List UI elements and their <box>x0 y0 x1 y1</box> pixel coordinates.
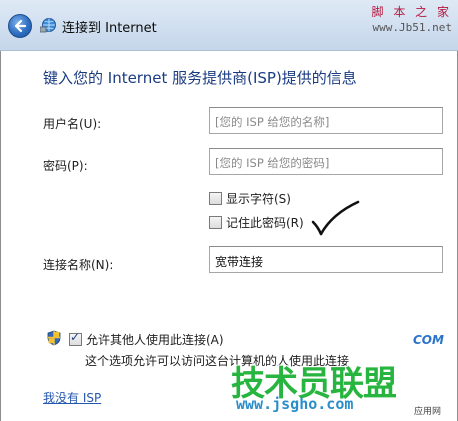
allow-others-label: 允许其他人使用此连接(A) <box>86 333 224 347</box>
watermark-site: www.jsgho.com <box>236 395 354 413</box>
password-input[interactable]: [您的 ISP 给您的密码] <box>209 148 443 175</box>
password-label: 密码(P): <box>43 159 88 173</box>
connection-name-label: 连接名称(N): <box>43 258 114 272</box>
connection-name-input[interactable]: 宽带连接 <box>209 246 443 273</box>
remember-password-option[interactable]: 记住此密码(R) <box>209 214 304 231</box>
title-bar: 连接到 Internet 脚 本 之 家 www.Jb51.net <box>0 0 458 51</box>
watermark-top-url: www.Jb51.net <box>372 21 452 34</box>
allow-others-checkbox[interactable] <box>69 330 82 346</box>
back-arrow-icon <box>14 19 27 33</box>
show-chars-label: 显示字符(S) <box>226 192 291 206</box>
network-connection-icon <box>40 18 56 33</box>
window-frame-left <box>0 51 1 421</box>
remember-password-label: 记住此密码(R) <box>226 216 304 230</box>
watermark-app: 应用网 <box>414 407 442 417</box>
page-heading: 键入您的 Internet 服务提供商(ISP)提供的信息 <box>43 69 357 87</box>
show-chars-option[interactable]: 显示字符(S) <box>209 190 291 207</box>
username-input[interactable]: [您的 ISP 给您的名称] <box>209 107 443 134</box>
hand-drawn-checkmark <box>311 200 360 236</box>
back-button[interactable] <box>8 14 32 38</box>
no-isp-link[interactable]: 我没有 ISP <box>43 389 101 406</box>
remember-password-checkbox[interactable] <box>209 216 222 229</box>
watermark-top: 脚 本 之 家 www.Jb51.net <box>372 4 452 36</box>
username-label: 用户名(U): <box>43 117 102 131</box>
window-title: 连接到 Internet <box>62 21 157 36</box>
allow-others-option[interactable]: 允许其他人使用此连接(A) <box>69 330 224 348</box>
watermark-top-text: 脚 本 之 家 <box>371 5 452 19</box>
show-chars-checkbox[interactable] <box>209 192 222 205</box>
uac-shield-icon <box>47 330 61 346</box>
watermark-com: COM <box>413 333 444 347</box>
